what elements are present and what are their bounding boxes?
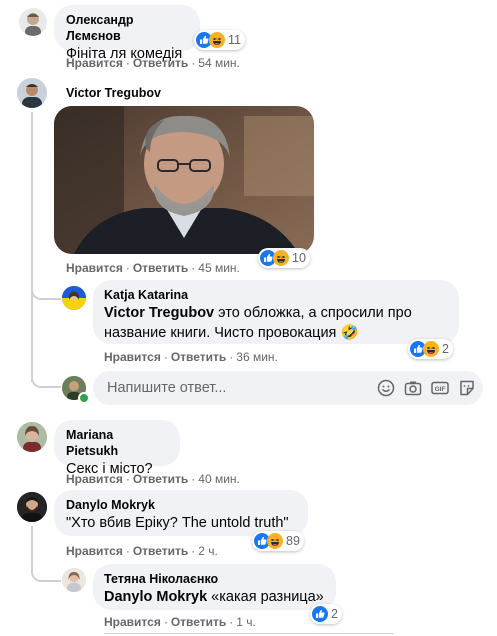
like-link[interactable]: Нравится [66, 544, 123, 558]
reactions-summary[interactable]: 2 [310, 604, 342, 624]
mention-link[interactable]: Victor Tregubov [104, 305, 214, 321]
reply-actions: Нравится · Ответить · 1 ч. [104, 615, 256, 629]
like-link[interactable]: Нравится [104, 350, 161, 364]
comment-author[interactable]: Danylo Mokryk [66, 497, 296, 513]
gif-icon[interactable]: GIF [431, 379, 449, 397]
timestamp[interactable]: 54 мин. [198, 56, 240, 70]
reply-link[interactable]: Ответить [133, 472, 188, 486]
haha-icon [209, 32, 225, 48]
reply-connector [31, 566, 61, 582]
reactions-summary[interactable]: 11 [194, 30, 245, 50]
reply-text-line2: название книги. Чисто провокация 🤣 [104, 325, 359, 341]
timestamp[interactable]: 40 мин. [198, 472, 240, 486]
like-link[interactable]: Нравится [66, 56, 123, 70]
like-link[interactable]: Нравится [66, 472, 123, 486]
comment-author[interactable]: Victor Tregubov [66, 85, 161, 101]
reply-bubble: Тетяна Ніколаєнко Danylo Mokryk «какая р… [93, 564, 336, 610]
mention-link[interactable]: Danylo Mokryk [104, 589, 207, 605]
haha-icon [273, 250, 289, 266]
comment-actions: Нравится · Ответить · 40 мин. [66, 472, 240, 486]
reply-author[interactable]: Тетяна Ніколаєнко [104, 571, 325, 587]
comment-bubble: Danylo Mokryk "Хто вбив Еріку? The untol… [54, 490, 308, 536]
comment-author[interactable]: Олександр Лємєнов [66, 12, 188, 44]
reply-text: Victor Tregubov это обложка, а спросили … [104, 305, 412, 321]
comment-actions: Нравится · Ответить · 2 ч. [66, 544, 218, 558]
like-link[interactable]: Нравится [66, 261, 123, 275]
reactions-summary[interactable]: 10 [258, 248, 310, 268]
emoji-icon[interactable] [377, 379, 395, 397]
comment-photo[interactable] [54, 106, 314, 254]
thread-line [31, 526, 33, 566]
comment-text: "Хто вбив Еріку? The untold truth" [66, 515, 289, 531]
timestamp[interactable]: 36 мин. [236, 350, 278, 364]
reply-link[interactable]: Ответить [171, 615, 226, 629]
reply-author[interactable]: Katja Katarina [104, 287, 448, 303]
reply-link[interactable]: Ответить [133, 56, 188, 70]
reactions-summary[interactable]: 89 [252, 531, 304, 551]
reply-link[interactable]: Ответить [133, 261, 188, 275]
comment-actions: Нравится · Ответить · 54 мин. [66, 56, 240, 70]
comment-actions: Нравится · Ответить · 45 мин. [66, 261, 240, 275]
sticker-icon[interactable] [458, 379, 476, 397]
timestamp[interactable]: 45 мин. [198, 261, 240, 275]
timestamp[interactable]: 2 ч. [198, 544, 218, 558]
timestamp[interactable]: 1 ч. [236, 615, 256, 629]
reaction-count: 10 [292, 251, 306, 265]
reply-connector [31, 284, 61, 300]
reaction-count: 11 [228, 33, 241, 47]
reply-link[interactable]: Ответить [133, 544, 188, 558]
thread-line [31, 112, 33, 382]
avatar[interactable] [62, 568, 86, 592]
avatar[interactable] [17, 492, 47, 522]
avatar[interactable] [17, 422, 47, 452]
camera-icon[interactable] [404, 379, 422, 397]
like-link[interactable]: Нравится [104, 615, 161, 629]
comment-author[interactable]: Mariana Pietsukh [66, 427, 168, 459]
reply-connector [31, 372, 61, 388]
like-icon [312, 606, 328, 622]
online-status-icon [78, 392, 90, 404]
comment-bubble: Олександр Лємєнов Фініта ля комедія [54, 5, 200, 62]
svg-text:GIF: GIF [435, 386, 446, 393]
reaction-count: 89 [286, 534, 300, 548]
reactions-summary[interactable]: 2 [408, 339, 453, 359]
reply-link[interactable]: Ответить [171, 350, 226, 364]
reply-text: Danylo Mokryk «какая разница» [104, 589, 324, 605]
reaction-count: 2 [442, 342, 449, 356]
comment-bubble: Mariana Pietsukh Секс і місто? [54, 420, 180, 477]
avatar[interactable] [17, 78, 47, 108]
divider [104, 633, 394, 634]
avatar[interactable] [19, 8, 47, 36]
haha-icon [267, 533, 283, 549]
reply-actions: Нравится · Ответить · 36 мин. [104, 350, 278, 364]
reply-input[interactable] [105, 379, 359, 397]
reply-bubble: Katja Katarina Victor Tregubov это облож… [93, 280, 459, 344]
reaction-count: 2 [331, 607, 338, 621]
reply-input-box[interactable]: GIF [93, 371, 483, 405]
haha-icon [423, 341, 439, 357]
avatar[interactable] [62, 286, 86, 310]
